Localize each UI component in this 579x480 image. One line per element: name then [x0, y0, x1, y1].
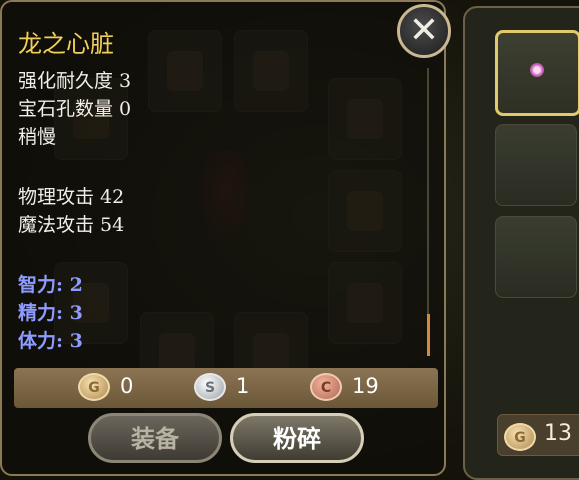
price-copper: 19 — [352, 374, 379, 398]
gold-coin-icon: G — [78, 373, 110, 401]
inventory-slot-selected[interactable] — [495, 30, 579, 116]
stat-enhance-durability: 强化耐久度 3 — [18, 70, 132, 92]
price-bar: G 0 S 1 C 19 — [14, 368, 438, 408]
gold-balance: G 13 — [497, 414, 579, 456]
inventory-slot[interactable] — [495, 216, 577, 298]
stat-magic-attack: 魔法攻击 54 — [18, 214, 125, 236]
item-name: 龙之心脏 — [18, 30, 114, 58]
inventory-panel: G 13 — [463, 6, 579, 480]
scrollbar-track[interactable] — [427, 68, 429, 356]
stat-speed: 稍慢 — [18, 126, 57, 148]
close-button[interactable]: ✕ — [397, 4, 451, 58]
scrollbar-thumb[interactable] — [427, 314, 430, 356]
gold-balance-value: 13 — [544, 421, 572, 446]
item-tooltip-panel: 龙之心脏 强化耐久度 3 宝石孔数量 0 稍慢 物理攻击 42 魔法攻击 54 … — [0, 0, 446, 476]
stat-stamina: 体力: 3 — [18, 330, 83, 352]
equip-button[interactable]: 装备 — [88, 413, 222, 463]
gem-icon — [530, 63, 544, 77]
gold-coin-icon: G — [504, 423, 536, 451]
close-icon: ✕ — [408, 10, 440, 51]
stat-physical-attack: 物理攻击 42 — [18, 186, 125, 208]
stat-intelligence: 智力: 2 — [18, 274, 83, 296]
stat-gem-slots: 宝石孔数量 0 — [18, 98, 132, 120]
copper-coin-icon: C — [310, 373, 342, 401]
smash-button[interactable]: 粉碎 — [230, 413, 364, 463]
inventory-slot[interactable] — [495, 124, 577, 206]
silver-coin-icon: S — [194, 373, 226, 401]
stat-spirit: 精力: 3 — [18, 302, 83, 324]
price-gold: 0 — [120, 374, 134, 398]
price-silver: 1 — [236, 374, 250, 398]
